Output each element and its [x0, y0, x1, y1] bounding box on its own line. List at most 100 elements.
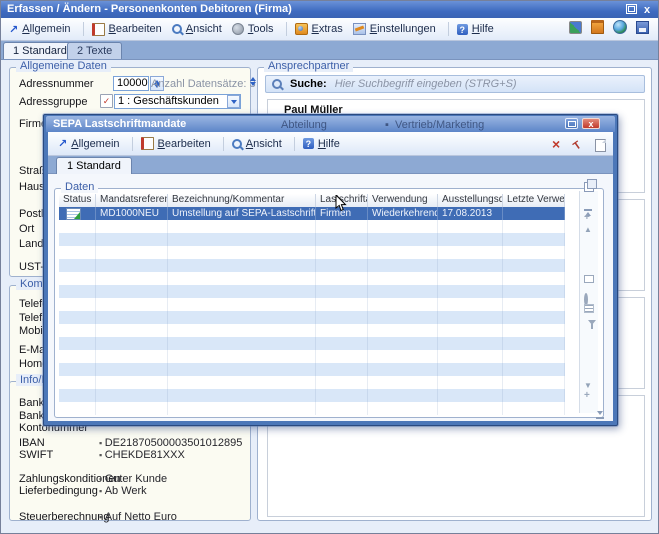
table-row-empty[interactable] — [59, 233, 565, 246]
contact-search-row[interactable]: Suche: Hier Suchbegriff eingeben (STRG+S… — [265, 75, 645, 93]
menu-item-ansicht[interactable]: Ansicht — [172, 23, 222, 35]
table-row-empty[interactable] — [59, 246, 565, 259]
table-cell — [316, 220, 368, 233]
table-row-empty[interactable] — [59, 311, 565, 324]
table-cell — [438, 350, 503, 363]
table-cell — [316, 298, 368, 311]
column-header-ausstellungsdatum[interactable]: Ausstellungsdatum — [438, 194, 503, 207]
group-allgemeine-daten-title: Allgemeine Daten — [16, 60, 111, 72]
table-cell — [168, 337, 316, 350]
table-row-empty[interactable] — [59, 402, 565, 415]
adressgruppe-combo[interactable]: 1 : Geschäftskunden — [114, 94, 241, 109]
table-row-empty[interactable] — [59, 272, 565, 285]
window-title: Erfassen / Ändern - Personenkonten Debit… — [7, 3, 292, 15]
menu-item-bearbeiten[interactable]: Bearbeiten — [92, 23, 162, 36]
menu-item-extras[interactable]: Extras — [295, 23, 343, 35]
globe-icon[interactable] — [613, 20, 627, 34]
adressnummer-field[interactable]: 10000 — [113, 76, 149, 91]
table-row-empty[interactable] — [59, 324, 565, 337]
group-daten-title: Daten — [61, 181, 98, 193]
menu-item-einstellungen[interactable]: Einstellungen — [353, 23, 436, 35]
menu-item-hilfe[interactable]: Hilfe — [457, 23, 494, 35]
menu-item-label: Einstellungen — [370, 23, 436, 35]
table-cell — [368, 376, 438, 389]
dialog-title: SEPA Lastschriftmandate — [53, 118, 186, 130]
table-cell — [368, 220, 438, 233]
column-header-mandatsreferenz[interactable]: Mandatsreferenz — [96, 194, 168, 207]
adressgruppe-dropdown-button[interactable] — [227, 95, 240, 108]
checkmark-doc-icon[interactable]: ✓ — [100, 94, 113, 108]
table-row-empty[interactable] — [59, 350, 565, 363]
table-cell — [368, 298, 438, 311]
filter-icon[interactable] — [588, 320, 596, 334]
edit-window-icon[interactable] — [584, 275, 594, 283]
add-row-icon[interactable]: + — [584, 213, 590, 222]
table-cell — [59, 337, 96, 350]
menu-separator — [83, 22, 84, 36]
table-cell — [316, 376, 368, 389]
plugin-icon[interactable] — [569, 21, 582, 34]
column-chooser-icon[interactable] — [584, 182, 594, 192]
menu-item-allgemein[interactable]: Allgemein — [9, 23, 71, 36]
view-icon — [232, 139, 242, 149]
append-row-icon[interactable]: + — [584, 391, 590, 400]
table-cell — [438, 246, 503, 259]
column-header-verwendung[interactable]: Verwendung — [368, 194, 438, 207]
table-row-empty[interactable] — [59, 376, 565, 389]
table-cell — [59, 311, 96, 324]
save-icon[interactable] — [636, 21, 649, 34]
table-cell — [168, 376, 316, 389]
menu-item-hilfe[interactable]: Hilfe — [303, 138, 340, 150]
group-ansprechpartner-title: Ansprechpartner — [264, 60, 353, 72]
dialog-content: Daten StatusMandatsreferenzBezeichnung/K… — [48, 174, 613, 421]
mandate-status-icon — [66, 208, 81, 220]
list-view-icon[interactable] — [584, 304, 594, 313]
table-cell — [503, 337, 565, 350]
menu-item-label: Allgemein — [22, 23, 70, 35]
table-cell — [96, 298, 168, 311]
dialog-body: Allgemein Bearbeiten Ansicht Hilfe 1 Standa… — [48, 132, 613, 421]
menu-item-bearbeiten[interactable]: Bearbeiten — [141, 137, 211, 150]
table-row-empty[interactable] — [59, 298, 565, 311]
arrow-ne-icon — [9, 23, 18, 36]
table-cell — [503, 220, 565, 233]
dialog-tab-standard[interactable]: 1 Standard — [56, 157, 132, 174]
hammer-icon[interactable] — [574, 136, 581, 154]
table-cell — [168, 259, 316, 272]
new-document-icon[interactable] — [595, 139, 606, 152]
restore-window-icon[interactable] — [626, 4, 637, 14]
move-up-icon[interactable]: ▲ — [584, 225, 592, 234]
column-header-letzte-verwendung[interactable]: Letzte Verwendung — [503, 194, 565, 207]
dialog-restore-icon[interactable] — [565, 118, 578, 129]
table-cell — [59, 376, 96, 389]
table-row-selected[interactable]: MD1000NEUUmstellung auf SEPA-Lastschrift… — [59, 207, 565, 220]
menu-item-allgemein[interactable]: Allgemein — [58, 137, 120, 150]
panel-splitter-icon[interactable] — [250, 77, 256, 86]
table-cell — [168, 350, 316, 363]
table-row-empty[interactable] — [59, 285, 565, 298]
close-window-icon[interactable]: x — [644, 2, 650, 19]
table-row-empty[interactable] — [59, 220, 565, 233]
tab-texte[interactable]: 2 Texte — [67, 42, 122, 59]
table-row-empty[interactable] — [59, 363, 565, 376]
table-cell — [168, 311, 316, 324]
table-row-empty[interactable] — [59, 259, 565, 272]
table-row-empty[interactable] — [59, 389, 565, 402]
table-cell — [368, 324, 438, 337]
menu-item-tools[interactable]: Tools — [232, 23, 274, 35]
table-cell — [316, 363, 368, 376]
menu-item-ansicht[interactable]: Ansicht — [232, 138, 282, 150]
table-header: StatusMandatsreferenzBezeichnung/Komment… — [59, 194, 565, 208]
table-cell — [168, 272, 316, 285]
table-cell — [368, 272, 438, 285]
delete-x-icon[interactable] — [552, 136, 560, 154]
move-down-icon[interactable]: ▼ — [584, 381, 592, 390]
tab-standard[interactable]: 1 Standard — [3, 42, 77, 59]
menu-separator — [286, 22, 287, 36]
column-header-status[interactable]: Status — [59, 194, 96, 207]
dialog-close-icon[interactable]: x — [582, 118, 600, 129]
table-row-empty[interactable] — [59, 337, 565, 350]
package-icon[interactable] — [591, 20, 604, 34]
column-header-bezeichnung-kommentar[interactable]: Bezeichnung/Kommentar — [168, 194, 316, 207]
chevron-down-icon — [231, 100, 237, 104]
